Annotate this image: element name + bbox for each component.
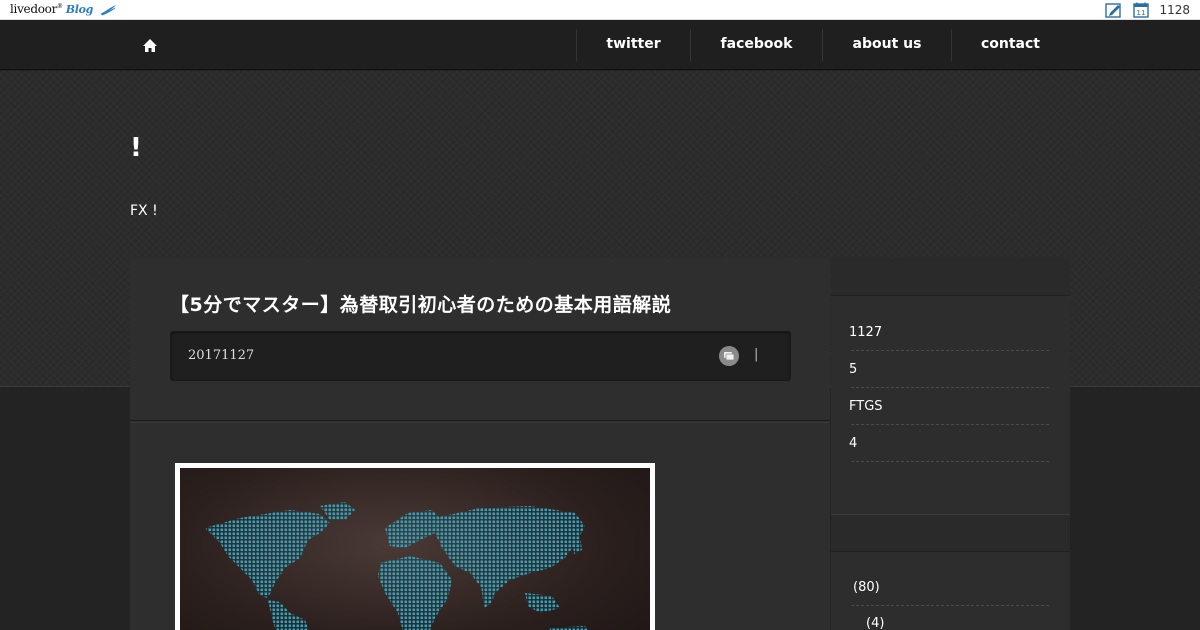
livedoor-topbar: livedoor® Blog 11 1128	[0, 0, 1200, 20]
nav-item-contact[interactable]: contact	[952, 20, 1069, 70]
sidebar-link[interactable]: 5	[849, 362, 857, 377]
calendar-icon[interactable]: 11	[1133, 2, 1150, 18]
topbar-count: 1128	[1159, 3, 1190, 17]
nav-item-about-us[interactable]: about us	[823, 20, 951, 70]
article-image[interactable]	[175, 463, 655, 630]
bird-logo-icon	[99, 4, 116, 15]
article-date: 20171127	[188, 348, 255, 363]
article-body	[130, 422, 830, 630]
meta-separator: |	[754, 347, 759, 362]
nav-item-twitter[interactable]: twitter	[577, 20, 690, 70]
sidebar-link[interactable]: FTGS	[849, 399, 883, 414]
sidebar-divider	[851, 605, 1049, 606]
article-panel: 【5分でマスター】為替取引初心者のための基本用語解説 20171127 |	[130, 258, 830, 630]
sidebar-link[interactable]: 4	[849, 436, 857, 451]
sidebar-divider	[851, 387, 1049, 388]
logo-blog-text: Blog	[65, 3, 94, 16]
global-nav: twitter facebook about us contact	[0, 20, 1200, 70]
logo-text: livedoor	[10, 2, 58, 16]
home-icon[interactable]	[142, 38, 158, 53]
blog-description: FX !	[130, 203, 158, 219]
logo-registered: ®	[57, 3, 63, 10]
sidebar: 1127 5 FTGS 4 (80) (4)	[831, 258, 1070, 630]
article-title[interactable]: 【5分でマスター】為替取引初心者のための基本用語解説	[170, 290, 671, 317]
category-link[interactable]: (4)	[866, 616, 884, 630]
livedoor-blog-logo[interactable]: livedoor® Blog	[10, 2, 117, 16]
blog-title[interactable]: !	[130, 133, 142, 163]
sidebar-divider	[851, 350, 1049, 351]
article-meta: 20171127 |	[170, 331, 791, 381]
article-header: 【5分でマスター】為替取引初心者のための基本用語解説 20171127 |	[130, 258, 830, 421]
world-map-dots	[205, 502, 588, 630]
category-link[interactable]: (80)	[853, 580, 880, 595]
calendar-day: 11	[1137, 9, 1146, 17]
sidebar-section-header	[831, 258, 1070, 296]
comment-icon[interactable]	[719, 346, 739, 366]
nav-item-facebook[interactable]: facebook	[691, 20, 822, 70]
sidebar-section-header	[831, 514, 1070, 552]
sidebar-link[interactable]: 1127	[849, 325, 882, 340]
sidebar-divider	[851, 424, 1049, 425]
sidebar-divider	[851, 461, 1049, 462]
world-map-image	[180, 468, 650, 630]
edit-post-icon[interactable]	[1105, 2, 1123, 18]
